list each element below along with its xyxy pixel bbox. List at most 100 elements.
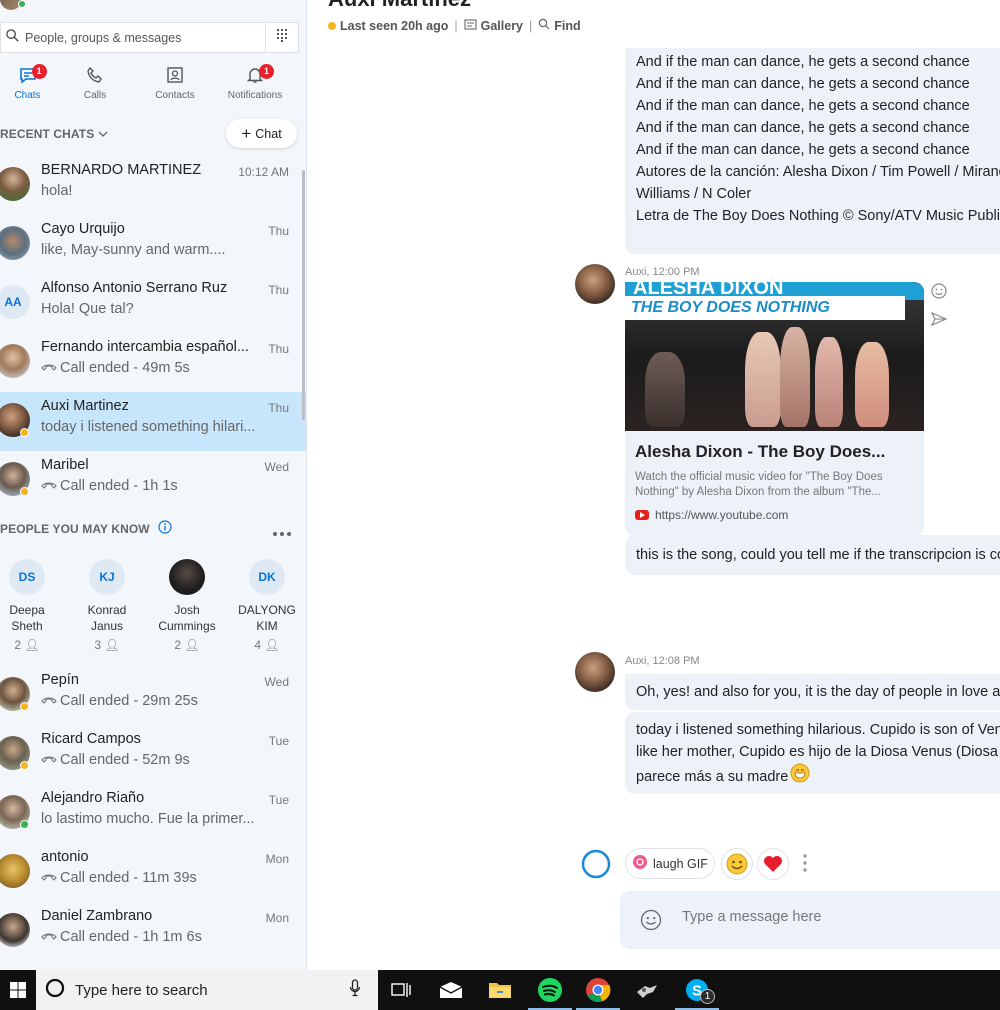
chat-item[interactable]: Daniel Zambrano Call ended - 1h 1m 6s Mo… bbox=[0, 902, 306, 961]
avatar bbox=[169, 559, 205, 595]
away-status-dot bbox=[328, 21, 336, 30]
heart-emoji-suggestion-icon[interactable] bbox=[757, 848, 789, 880]
link-url[interactable]: https://www.youtube.com bbox=[635, 508, 788, 522]
chat-item[interactable]: AA Alfonso Antonio Serrano Ruz Hola! Que… bbox=[0, 274, 306, 333]
contacts-icon bbox=[135, 60, 215, 90]
info-icon[interactable] bbox=[158, 520, 172, 537]
pymk-label: PEOPLE YOU MAY KNOW bbox=[0, 521, 150, 536]
avatar-initials: KJ bbox=[89, 559, 125, 595]
phone-icon bbox=[55, 60, 135, 90]
chat-item[interactable]: antonio Call ended - 11m 39s Mon bbox=[0, 843, 306, 902]
separator: | bbox=[454, 18, 458, 33]
recent-chats-header[interactable]: RECENT CHATS bbox=[0, 127, 108, 141]
game-app-icon[interactable] bbox=[623, 970, 671, 1010]
away-status-dot bbox=[20, 428, 29, 437]
mail-icon[interactable] bbox=[427, 970, 475, 1010]
mutual-count: 3 bbox=[94, 638, 102, 652]
mutual-contacts: 3 👤︎ bbox=[77, 638, 137, 652]
pymk-card[interactable]: Josh Cummings 2 👤︎ bbox=[157, 559, 217, 652]
link-preview-card[interactable]: ALESHA DIXON THE BOY DOES NOTHING Alesha… bbox=[625, 282, 924, 536]
find-link[interactable]: Find bbox=[554, 19, 580, 33]
chat-name: antonio bbox=[41, 849, 89, 865]
pymk-name-line1: Deepa bbox=[9, 603, 45, 617]
lyrics-line: And if the man can dance, he gets a seco… bbox=[636, 54, 970, 70]
video-thumbnail[interactable]: ALESHA DIXON THE BOY DOES NOTHING bbox=[625, 282, 924, 431]
lyrics-line: Autores de la canción: Alesha Dixon / Ti… bbox=[636, 164, 1000, 180]
microphone-icon[interactable] bbox=[349, 978, 361, 1002]
taskbar-search-input[interactable] bbox=[75, 981, 335, 999]
file-explorer-icon[interactable] bbox=[476, 970, 524, 1010]
pymk-card[interactable]: DS Deepa Sheth 2 👤︎ bbox=[0, 559, 57, 652]
search-input[interactable] bbox=[25, 30, 255, 45]
chat-name: Alejandro Riaño bbox=[41, 790, 145, 806]
new-chat-button[interactable]: + Chat bbox=[226, 119, 297, 148]
gif-suggestion-chip[interactable]: laugh GIF bbox=[625, 848, 715, 879]
pymk-card[interactable]: KJ Konrad Janus 3 👤︎ bbox=[77, 559, 137, 652]
link-title[interactable]: Alesha Dixon - The Boy Does... bbox=[635, 442, 885, 462]
nav-tabs: 1 Chats Calls Contacts 1 Notifications bbox=[0, 60, 306, 108]
dialpad-button[interactable] bbox=[266, 22, 299, 53]
emoji-picker-icon[interactable] bbox=[640, 909, 662, 936]
chat-item[interactable]: Ricard Campos Call ended - 52m 9s Tue bbox=[0, 725, 306, 784]
more-options-icon[interactable] bbox=[272, 524, 292, 542]
mutual-contacts: 2 👤︎ bbox=[0, 638, 57, 652]
search-box[interactable] bbox=[0, 22, 266, 53]
chat-preview: Call ended - 1h 1m 6s bbox=[41, 929, 202, 945]
tab-contacts[interactable]: Contacts bbox=[135, 60, 215, 108]
chat-preview-text: Call ended - 11m 39s bbox=[60, 870, 197, 886]
smile-emoji-suggestion-icon[interactable] bbox=[721, 848, 753, 880]
task-view-icon[interactable] bbox=[377, 970, 425, 1010]
chat-item[interactable]: Maribel Call ended - 1h 1s Wed bbox=[0, 451, 306, 510]
forward-icon[interactable] bbox=[930, 310, 948, 333]
chat-item[interactable]: Cayo Urquijo like, May-sunny and warm...… bbox=[0, 215, 306, 274]
spotify-icon[interactable] bbox=[526, 970, 574, 1010]
tab-calls[interactable]: Calls bbox=[55, 60, 135, 108]
chat-preview: today i listened something hilari... bbox=[41, 419, 255, 435]
sender-avatar[interactable] bbox=[575, 652, 615, 692]
message-bubble[interactable]: this is the song, could you tell me if t… bbox=[625, 535, 1000, 575]
message-input[interactable] bbox=[682, 909, 982, 925]
my-status-dot bbox=[18, 0, 26, 8]
chat-item-selected[interactable]: Auxi Martinez today i listened something… bbox=[0, 392, 306, 451]
taskbar-search[interactable] bbox=[36, 970, 378, 1010]
tab-chats[interactable]: 1 Chats bbox=[0, 60, 55, 108]
avatar bbox=[0, 913, 30, 947]
link-description: Watch the official music video for "The … bbox=[635, 471, 883, 498]
chat-time: Thu bbox=[268, 401, 289, 415]
chat-item[interactable]: Fernando intercambia español... Call end… bbox=[0, 333, 306, 392]
chat-name: Alfonso Antonio Serrano Ruz bbox=[41, 280, 228, 296]
sender-avatar[interactable] bbox=[575, 264, 615, 304]
skype-icon[interactable]: S 1 bbox=[673, 970, 721, 1010]
chat-name: BERNARDO MARTINEZ bbox=[41, 162, 202, 178]
message-bubble-lyrics[interactable]: And if the man can dance, he gets a seco… bbox=[625, 48, 1000, 254]
gallery-link[interactable]: Gallery bbox=[481, 19, 523, 33]
chat-time: Tue bbox=[268, 793, 289, 807]
chat-preview-text: like, May-sunny and warm.... bbox=[41, 242, 226, 258]
chat-item[interactable]: Pepín Call ended - 29m 25s Wed bbox=[0, 666, 306, 725]
loading-spinner-icon bbox=[580, 848, 612, 885]
pymk-name-line1: DALYONG bbox=[238, 603, 296, 617]
thumbnail-figure bbox=[745, 332, 781, 427]
message-bubble[interactable]: today i listened something hilarious. Cu… bbox=[625, 712, 1000, 794]
more-suggestions-icon[interactable] bbox=[802, 853, 808, 878]
pymk-card[interactable]: DK DALYONG KIM 4 👤︎ bbox=[237, 559, 297, 652]
chat-preview-text: lo lastimo mucho. Fue la primer... bbox=[41, 811, 255, 827]
chat-preview-text: hola! bbox=[41, 183, 73, 199]
conversation-pane: Auxi Martinez Last seen 20h ago | Galler… bbox=[308, 0, 1000, 970]
message-bubble[interactable]: Oh, yes! and also for you, it is the day… bbox=[625, 674, 1000, 710]
sidebar-scrollbar[interactable] bbox=[302, 170, 305, 420]
tab-notifications[interactable]: 1 Notifications bbox=[215, 60, 295, 108]
avatar bbox=[0, 167, 30, 201]
add-reaction-icon[interactable] bbox=[930, 282, 948, 305]
message-text: parece más a su madre bbox=[636, 768, 789, 785]
chat-item[interactable]: BERNARDO MARTINEZ hola! 10:12 AM bbox=[0, 156, 306, 215]
message-text: like her mother, Cupido es hijo de la Di… bbox=[636, 744, 1000, 760]
chat-name: Daniel Zambrano bbox=[41, 908, 153, 924]
chrome-icon[interactable] bbox=[574, 970, 622, 1010]
away-status-dot bbox=[20, 702, 29, 711]
conversation-subheader: Last seen 20h ago | Gallery | Find bbox=[328, 18, 581, 33]
chat-item[interactable]: Alejandro Riaño lo lastimo mucho. Fue la… bbox=[0, 784, 306, 843]
sidebar: 1 Chats Calls Contacts 1 Notifi bbox=[0, 0, 307, 970]
tab-calls-label: Calls bbox=[83, 90, 107, 101]
new-chat-label: Chat bbox=[255, 126, 282, 141]
